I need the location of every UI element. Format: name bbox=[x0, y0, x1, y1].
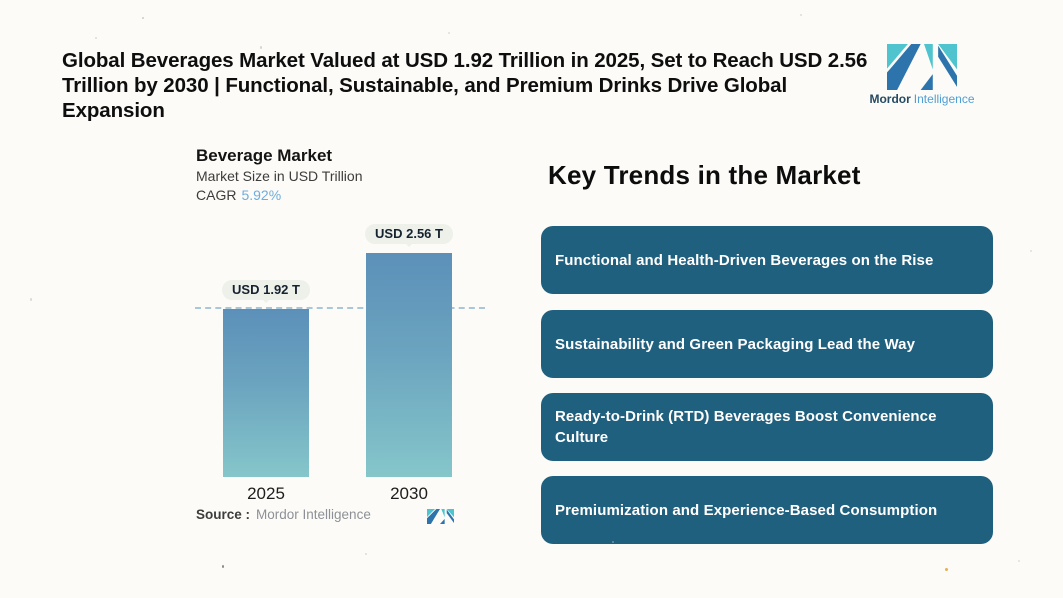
trend-card-sustainability: Sustainability and Green Packaging Lead … bbox=[541, 310, 993, 378]
logo-word-mordor: Mordor bbox=[869, 92, 911, 106]
speckle-dot bbox=[142, 17, 144, 19]
source-logo-icon bbox=[427, 509, 454, 524]
speckle-dot bbox=[1018, 560, 1020, 562]
bar-2030: USD 2.56 T bbox=[365, 224, 453, 477]
data-label-2030: USD 2.56 T bbox=[365, 224, 453, 244]
speckle-dot bbox=[612, 541, 614, 543]
data-label-2025: USD 1.92 T bbox=[222, 280, 310, 300]
source-value: Mordor Intelligence bbox=[256, 507, 371, 522]
x-tick-2025: 2025 bbox=[247, 484, 285, 503]
speckle-dot bbox=[95, 37, 97, 39]
mordor-intelligence-logo: Mordor Intelligence bbox=[866, 44, 978, 106]
chart-title: Beverage Market bbox=[196, 146, 333, 165]
page-title-line1: Global Beverages Market Valued at USD 1.… bbox=[62, 49, 868, 72]
speckle-dot bbox=[260, 46, 262, 49]
chart-subtitle: Market Size in USD Trillion bbox=[196, 168, 363, 184]
infographic-canvas: { "header": { "title_lines": [ "Global B… bbox=[0, 0, 1063, 598]
speckle-dot bbox=[945, 568, 948, 571]
speckle-dot bbox=[800, 14, 802, 16]
logo-word-intelligence: Intelligence bbox=[913, 92, 975, 106]
trend-card-functional: Functional and Health-Driven Beverages o… bbox=[541, 226, 993, 294]
source-label: Source : bbox=[196, 507, 251, 522]
trends-heading: Key Trends in the Market bbox=[548, 160, 861, 190]
cagr-value: 5.92% bbox=[241, 187, 282, 203]
bar-chart-plot: USD 1.92 T USD 2.56 T 2025 2030 bbox=[195, 220, 485, 503]
page-title-line2: Trillion by 2030 | Functional, Sustainab… bbox=[62, 74, 788, 122]
logo-wordmark: Mordor Intelligence bbox=[866, 92, 978, 106]
speckle-dot bbox=[1030, 250, 1032, 252]
speckle-dot bbox=[30, 298, 32, 301]
cagr-label: CAGR bbox=[196, 187, 237, 203]
chart-cagr: CAGR 5.92% bbox=[196, 187, 281, 203]
trend-card-rtd: Ready-to-Drink (RTD) Beverages Boost Con… bbox=[541, 393, 993, 461]
speckle-dot bbox=[365, 553, 367, 555]
speckle-dot bbox=[222, 565, 224, 568]
x-tick-2030: 2030 bbox=[390, 484, 428, 503]
page-title: Global Beverages Market Valued at USD 1.… bbox=[62, 48, 882, 123]
mordor-logo-icon bbox=[887, 44, 957, 90]
speckle-dot bbox=[448, 32, 450, 34]
source-line: Source : Mordor Intelligence bbox=[196, 507, 371, 522]
bar-2025: USD 1.92 T bbox=[222, 280, 310, 477]
trend-card-premiumization: Premiumization and Experience-Based Cons… bbox=[541, 476, 993, 544]
